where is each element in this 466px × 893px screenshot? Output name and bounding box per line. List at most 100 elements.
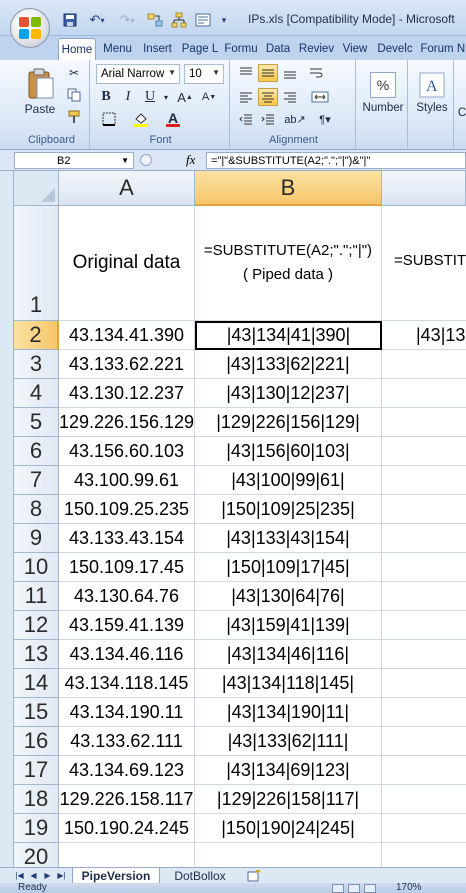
align-top-icon[interactable] [236,64,256,82]
cell-b10[interactable]: |150|109|17|45| [195,553,382,582]
align-right-icon[interactable] [280,88,300,106]
page-layout-view-icon[interactable] [348,884,360,893]
cell-b18[interactable]: |129|226|158|117| [195,785,382,814]
copy-icon[interactable] [64,86,84,104]
row-header-4[interactable]: 4 [14,379,59,408]
cell-b8[interactable]: |150|109|25|235| [195,495,382,524]
number-format-button[interactable]: % Number [362,64,404,122]
cell-c8[interactable] [382,495,466,524]
cell-b20[interactable] [195,843,382,867]
row-header-3[interactable]: 3 [14,350,59,379]
row-header-1[interactable]: 1 [14,206,59,321]
zoom-level[interactable]: 170% [396,883,422,893]
increase-indent-icon[interactable] [258,110,278,128]
row-header-7[interactable]: 7 [14,466,59,495]
underline-button[interactable]: U [140,88,160,106]
paragraph-icon[interactable]: ¶▾ [312,110,338,128]
cell-b2-active[interactable]: |43|134|41|390| [195,321,382,350]
cell-c14[interactable] [382,669,466,698]
insert-function-icon[interactable]: fx [186,152,195,168]
cell-a3[interactable]: 43.133.62.221 [59,350,195,379]
column-header-b[interactable]: B [195,171,382,206]
tab-home[interactable]: Home [58,38,96,60]
first-sheet-icon[interactable]: |◀ [14,870,25,881]
row-header-9[interactable]: 9 [14,524,59,553]
tab-developer[interactable]: Develc [374,38,416,60]
cell-a12[interactable]: 43.159.41.139 [59,611,195,640]
customize-qat-icon[interactable]: ▾ [218,11,230,29]
cell-a16[interactable]: 43.133.62.111 [59,727,195,756]
cell-b17[interactable]: |43|134|69|123| [195,756,382,785]
cell-c16[interactable] [382,727,466,756]
underline-dropdown-icon[interactable]: ▾ [162,88,170,106]
tab-review[interactable]: Reviev [297,38,336,60]
cell-a4[interactable]: 43.130.12.237 [59,379,195,408]
tree-icon[interactable] [170,11,188,29]
row-header-19[interactable]: 19 [14,814,59,843]
cell-a10[interactable]: 150.109.17.45 [59,553,195,582]
font-name-select[interactable]: Arial Narrow ▼ [96,64,180,84]
paste-button[interactable]: Paste [18,62,62,122]
font-size-select[interactable]: 10 ▼ [184,64,224,84]
align-center-icon[interactable] [258,88,278,106]
tab-formulas[interactable]: Formu [222,38,260,60]
row-header-8[interactable]: 8 [14,495,59,524]
tab-overflow[interactable]: N [456,38,466,60]
styles-button[interactable]: A Styles [412,64,452,122]
form-icon[interactable] [194,11,212,29]
column-header-c[interactable] [382,171,466,206]
cell-a6[interactable]: 43.156.60.103 [59,437,195,466]
cell-b9[interactable]: |43|133|43|154| [195,524,382,553]
merge-center-icon[interactable] [306,88,334,106]
sheet-tab-pipeversion[interactable]: PipeVersion [72,868,160,884]
row-header-17[interactable]: 17 [14,756,59,785]
font-color-icon[interactable]: A [160,110,186,128]
cut-icon[interactable]: ✂ [64,64,84,82]
cell-b3[interactable]: |43|133|62|221| [195,350,382,379]
format-painter-icon[interactable] [64,108,84,126]
normal-view-icon[interactable] [332,884,344,893]
bold-button[interactable]: B [96,88,116,106]
borders-icon[interactable] [96,110,122,128]
row-header-6[interactable]: 6 [14,437,59,466]
cell-b15[interactable]: |43|134|190|11| [195,698,382,727]
cell-a7[interactable]: 43.100.99.61 [59,466,195,495]
cell-a15[interactable]: 43.134.190.11 [59,698,195,727]
row-header-13[interactable]: 13 [14,640,59,669]
next-sheet-icon[interactable]: ▶ [42,870,53,881]
undo-icon[interactable]: ↶ ▾ [84,11,110,29]
cell-c12[interactable] [382,611,466,640]
cell-c6[interactable] [382,437,466,466]
cell-c17[interactable] [382,756,466,785]
cell-b16[interactable]: |43|133|62|111| [195,727,382,756]
cell-a11[interactable]: 43.130.64.76 [59,582,195,611]
cell-a20[interactable] [59,843,195,867]
cell-a2[interactable]: 43.134.41.390 [59,321,195,350]
cell-a8[interactable]: 150.109.25.235 [59,495,195,524]
cell-b1[interactable]: =SUBSTITUTE(A2;".";"|") ( Piped data ) [195,206,382,321]
cells-partial-label[interactable]: C [458,104,466,122]
row-header-16[interactable]: 16 [14,727,59,756]
last-sheet-icon[interactable]: ▶| [56,870,67,881]
row-header-14[interactable]: 14 [14,669,59,698]
cell-c11[interactable] [382,582,466,611]
cell-c1[interactable]: =SUBSTIT [382,206,466,321]
redo-icon[interactable]: ↷ ▾ [114,11,140,29]
shrink-font-icon[interactable]: A ▼ [198,88,220,106]
row-header-15[interactable]: 15 [14,698,59,727]
row-header-18[interactable]: 18 [14,785,59,814]
cell-b4[interactable]: |43|130|12|237| [195,379,382,408]
page-break-view-icon[interactable] [364,884,376,893]
tab-data[interactable]: Data [263,38,293,60]
row-header-10[interactable]: 10 [14,553,59,582]
column-header-a[interactable]: A [59,171,195,206]
align-left-icon[interactable] [236,88,256,106]
insert-sheet-icon[interactable] [244,868,264,884]
tab-view[interactable]: View [339,38,371,60]
select-all-button[interactable] [14,171,59,206]
prev-sheet-icon[interactable]: ◀ [28,870,39,881]
cell-a1[interactable]: Original data [59,206,195,321]
row-header-12[interactable]: 12 [14,611,59,640]
cell-c10[interactable] [382,553,466,582]
cell-a9[interactable]: 43.133.43.154 [59,524,195,553]
